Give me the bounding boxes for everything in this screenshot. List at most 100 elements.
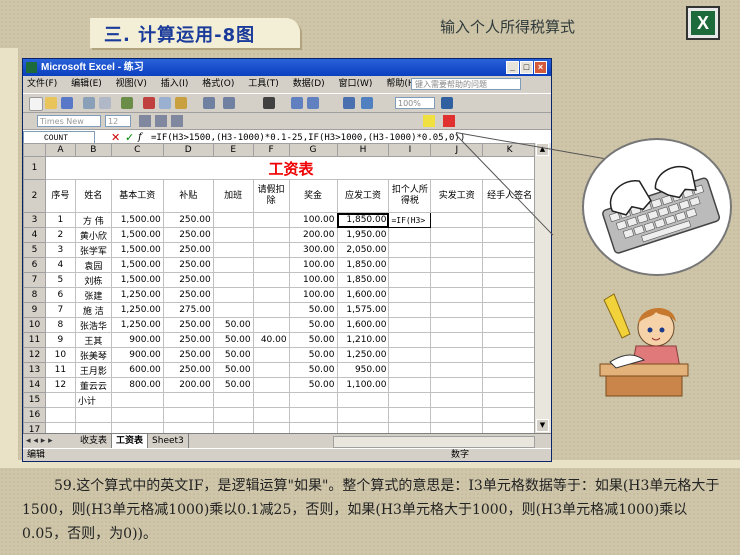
- table-cell[interactable]: 1,950.00: [336, 227, 390, 243]
- table-cell[interactable]: [212, 257, 254, 273]
- row-header[interactable]: 3: [23, 212, 46, 228]
- row-header[interactable]: 9: [23, 302, 46, 318]
- table-cell[interactable]: 6: [44, 287, 76, 303]
- menu-file[interactable]: 文件(F): [27, 79, 57, 89]
- table-cell[interactable]: [482, 227, 537, 243]
- font-name-select[interactable]: Times New Roman: [37, 115, 101, 138]
- table-cell[interactable]: 1,250.00: [336, 347, 390, 363]
- preview-icon[interactable]: [99, 97, 111, 109]
- zoom-select[interactable]: 100%: [395, 97, 435, 109]
- scroll-down-icon[interactable]: ▼: [536, 419, 549, 432]
- table-cell[interactable]: 1,500.00: [110, 227, 164, 243]
- table-cell[interactable]: 5: [44, 272, 76, 288]
- table-cell[interactable]: 250.00: [162, 242, 214, 258]
- autosum-icon[interactable]: [263, 97, 275, 109]
- table-cell[interactable]: 1,250.00: [110, 287, 164, 303]
- table-cell[interactable]: 50.00: [288, 362, 338, 378]
- col-header-d[interactable]: D: [162, 143, 214, 157]
- table-cell[interactable]: [388, 362, 432, 378]
- header-cell[interactable]: 奖金: [288, 179, 338, 213]
- open-icon[interactable]: [45, 97, 57, 109]
- table-cell[interactable]: 1,500.00: [110, 242, 164, 258]
- table-cell[interactable]: [482, 347, 537, 363]
- font-size-select[interactable]: 12: [105, 115, 131, 127]
- help-icon[interactable]: [441, 97, 453, 109]
- col-header-c[interactable]: C: [110, 143, 164, 157]
- table-cell[interactable]: 100.00: [288, 287, 338, 303]
- table-cell[interactable]: [110, 392, 164, 408]
- table-cell[interactable]: [252, 392, 290, 408]
- table-cell[interactable]: [252, 212, 290, 228]
- table-cell[interactable]: 50.00: [288, 332, 338, 348]
- table-cell[interactable]: [388, 377, 432, 393]
- table-cell[interactable]: 王月影: [74, 362, 112, 378]
- col-header-a[interactable]: A: [44, 143, 76, 157]
- table-cell[interactable]: 250.00: [162, 362, 214, 378]
- table-cell[interactable]: [252, 242, 290, 258]
- col-header-f[interactable]: F: [252, 143, 290, 157]
- table-cell[interactable]: 方 伟: [74, 212, 112, 228]
- table-cell[interactable]: [252, 257, 290, 273]
- table-cell[interactable]: 300.00: [288, 242, 338, 258]
- table-cell[interactable]: 4: [44, 257, 76, 273]
- table-cell[interactable]: [482, 317, 537, 333]
- table-cell[interactable]: [430, 347, 484, 363]
- sheet-title[interactable]: 工资表: [44, 156, 537, 180]
- corner-cell[interactable]: [23, 143, 46, 157]
- sheet-tab-income[interactable]: 收支表: [76, 434, 113, 448]
- table-cell[interactable]: 50.00: [212, 347, 254, 363]
- close-button[interactable]: ×: [534, 61, 547, 74]
- table-cell[interactable]: 50.00: [288, 347, 338, 363]
- italic-icon[interactable]: [155, 115, 167, 127]
- table-cell[interactable]: 1,600.00: [336, 317, 390, 333]
- table-cell[interactable]: [44, 392, 76, 408]
- table-cell[interactable]: [430, 242, 484, 258]
- table-cell[interactable]: 950.00: [336, 362, 390, 378]
- table-cell[interactable]: [482, 242, 537, 258]
- table-cell[interactable]: 1,600.00: [336, 287, 390, 303]
- table-cell[interactable]: 张浩华: [74, 317, 112, 333]
- table-cell[interactable]: [212, 287, 254, 303]
- subtotal-label[interactable]: 小计: [74, 392, 112, 408]
- table-cell[interactable]: [388, 227, 432, 243]
- table-cell[interactable]: [252, 377, 290, 393]
- table-cell[interactable]: [388, 317, 432, 333]
- menu-view[interactable]: 视图(V): [116, 79, 147, 89]
- menu-insert[interactable]: 插入(I): [161, 79, 189, 89]
- chart-wizard-icon[interactable]: [343, 97, 355, 109]
- table-cell[interactable]: 100.00: [288, 257, 338, 273]
- table-cell[interactable]: 200.00: [162, 377, 214, 393]
- table-cell[interactable]: [430, 212, 484, 228]
- table-cell[interactable]: 1,500.00: [110, 272, 164, 288]
- menu-format[interactable]: 格式(O): [202, 79, 234, 89]
- table-cell[interactable]: 8: [44, 317, 76, 333]
- table-cell[interactable]: 7: [44, 302, 76, 318]
- table-cell[interactable]: 王其: [74, 332, 112, 348]
- spelling-icon[interactable]: [121, 97, 133, 109]
- table-cell[interactable]: 1,210.00: [336, 332, 390, 348]
- table-cell[interactable]: [430, 272, 484, 288]
- table-cell[interactable]: 250.00: [162, 287, 214, 303]
- table-cell[interactable]: [212, 392, 254, 408]
- menu-window[interactable]: 窗口(W): [339, 79, 373, 89]
- row-header[interactable]: 14: [23, 377, 46, 393]
- row-header[interactable]: 5: [23, 242, 46, 258]
- row-header[interactable]: 6: [23, 257, 46, 273]
- col-header-i[interactable]: I: [388, 143, 432, 157]
- table-cell[interactable]: 1,850.00: [336, 212, 390, 228]
- table-cell[interactable]: [482, 212, 537, 228]
- row-header[interactable]: 8: [23, 287, 46, 303]
- table-cell[interactable]: [482, 272, 537, 288]
- table-cell[interactable]: [336, 392, 390, 408]
- scroll-up-icon[interactable]: ▲: [536, 143, 549, 156]
- redo-icon[interactable]: [223, 97, 235, 109]
- table-cell[interactable]: [430, 302, 484, 318]
- table-cell[interactable]: 1,500.00: [110, 257, 164, 273]
- save-icon[interactable]: [61, 97, 73, 109]
- table-cell[interactable]: 100.00: [288, 212, 338, 228]
- header-cell[interactable]: 姓名: [74, 179, 112, 213]
- table-cell[interactable]: 1,250.00: [110, 302, 164, 318]
- header-cell[interactable]: 请假扣除: [252, 179, 290, 213]
- print-icon[interactable]: [83, 97, 95, 109]
- row-header[interactable]: 11: [23, 332, 46, 348]
